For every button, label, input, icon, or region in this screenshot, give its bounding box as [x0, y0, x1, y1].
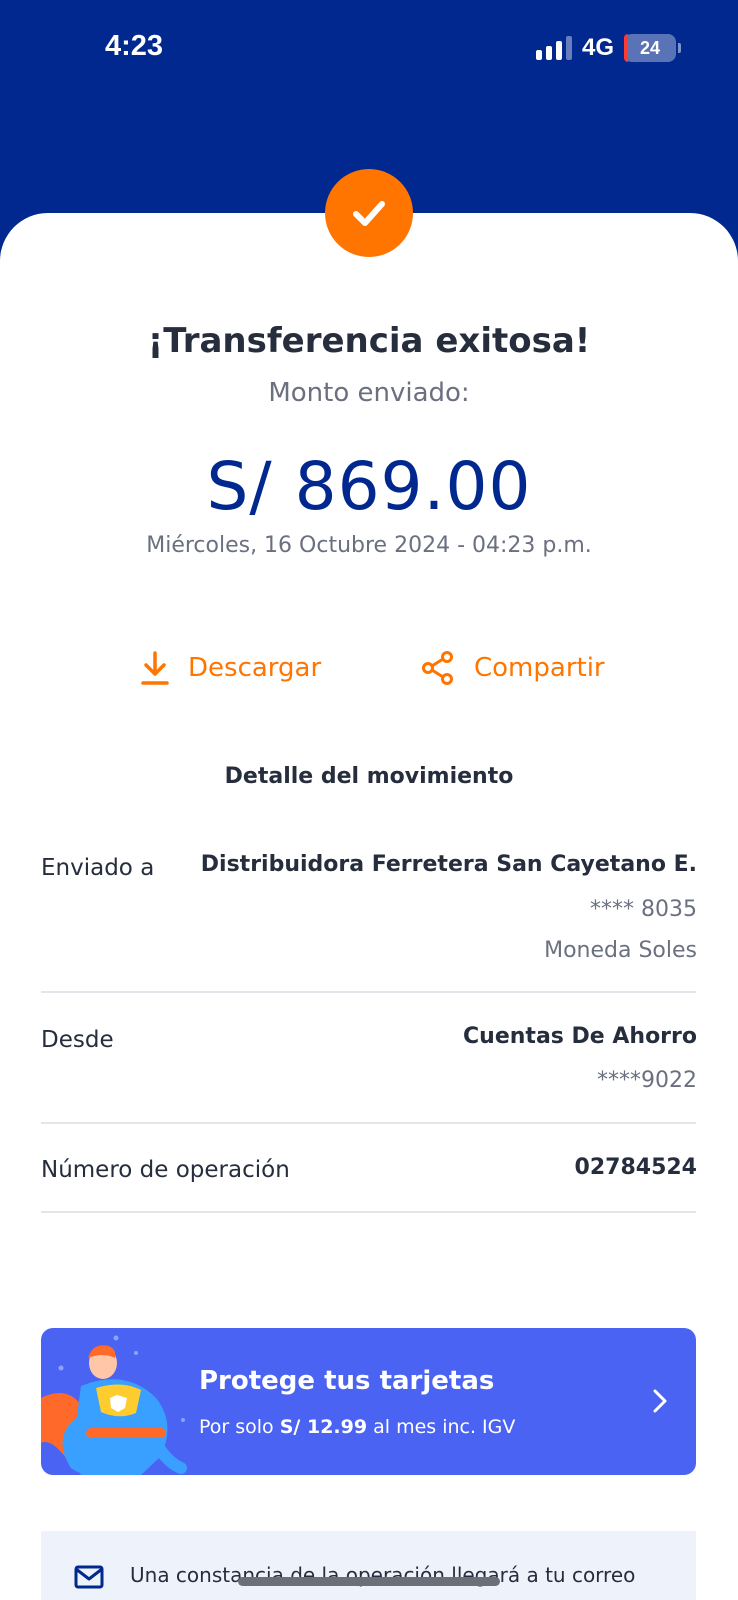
divider — [41, 991, 696, 993]
divider — [41, 1122, 696, 1124]
promo-subtitle: Por solo S/ 12.99 al mes inc. IGV — [199, 1416, 516, 1438]
download-label: Descargar — [188, 653, 322, 683]
protect-cards-banner[interactable]: Protege tus tarjetas Por solo S/ 12.99 a… — [41, 1328, 696, 1475]
operation-number: 02784524 — [574, 1155, 697, 1180]
detail-section-title: Detalle del movimiento — [224, 764, 514, 789]
share-label: Compartir — [474, 653, 605, 683]
cellular-signal-icon — [535, 36, 572, 60]
chevron-right-icon — [653, 1389, 667, 1413]
battery-icon: 24 — [624, 34, 681, 62]
email-receipt-notice: Una constancia de la operación llegará a… — [41, 1531, 696, 1600]
amount-caption: Monto enviado: — [268, 378, 470, 408]
status-indicators: 4G 24 — [535, 34, 681, 62]
promo-title: Protege tus tarjetas — [199, 1366, 495, 1396]
download-button[interactable]: Descargar — [140, 650, 321, 686]
sent-to-label: Enviado a — [41, 855, 155, 881]
success-title: ¡Transferencia exitosa! — [147, 321, 591, 361]
status-time: 4:23 — [105, 30, 164, 62]
recipient-account: **** 8035 — [590, 897, 697, 922]
from-account-type: Cuentas De Ahorro — [463, 1024, 697, 1049]
transfer-datetime: Miércoles, 16 Octubre 2024 - 04:23 p.m. — [146, 533, 592, 558]
promo-price: S/ 12.99 — [279, 1416, 368, 1438]
recipient-name: Distribuidora Ferretera San Cayetano E. — [200, 852, 697, 877]
from-account-number: ****9022 — [597, 1068, 697, 1093]
transfer-amount: S/ 869.00 — [206, 448, 532, 525]
battery-level: 24 — [639, 37, 661, 58]
recipient-currency: Moneda Soles — [544, 938, 697, 963]
from-label: Desde — [41, 1027, 114, 1053]
network-type: 4G — [581, 34, 614, 61]
download-icon — [141, 651, 169, 685]
mail-icon — [74, 1565, 104, 1589]
home-indicator[interactable] — [238, 1577, 500, 1586]
operation-number-label: Número de operación — [41, 1157, 290, 1183]
success-check-icon — [325, 169, 413, 257]
superhero-mascot-illustration — [41, 1335, 187, 1475]
share-button[interactable]: Compartir — [420, 650, 605, 686]
share-icon — [422, 651, 453, 685]
divider — [41, 1211, 696, 1213]
